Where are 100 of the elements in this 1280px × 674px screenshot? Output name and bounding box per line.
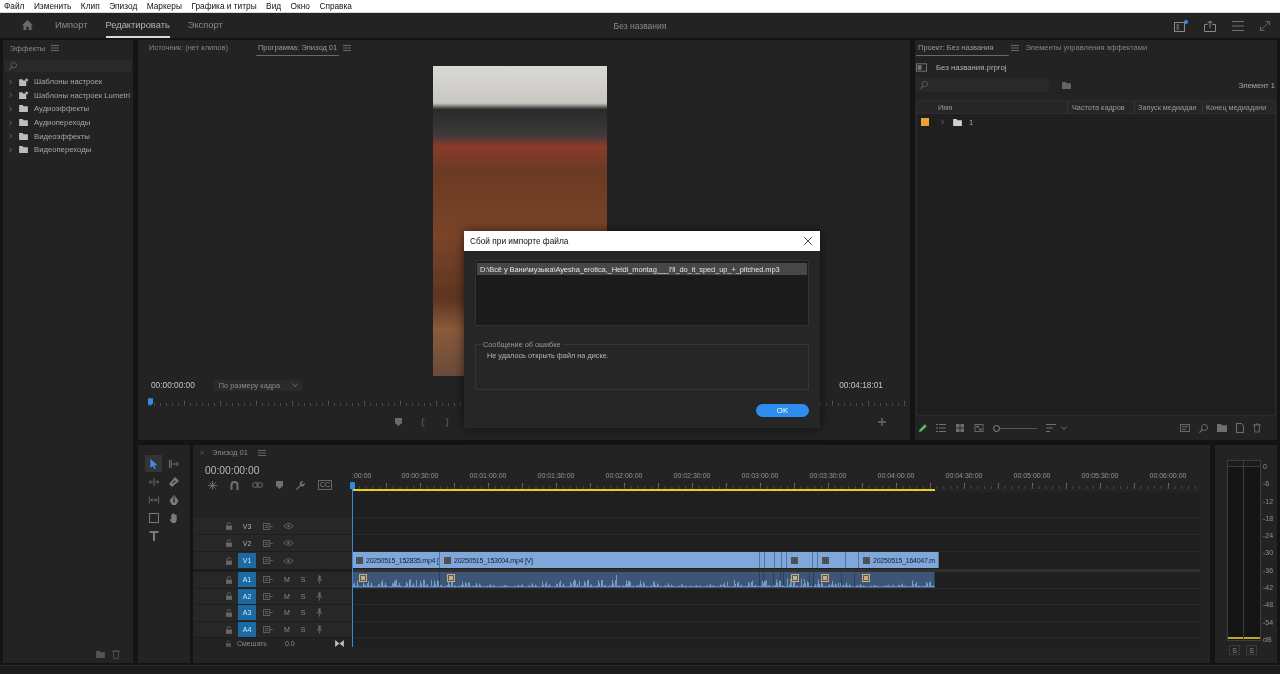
close-icon[interactable]	[804, 237, 812, 245]
workspace-tab[interactable]: Редактировать	[105, 13, 170, 38]
folder-icon	[953, 118, 962, 126]
sort-icon[interactable]	[1046, 424, 1056, 432]
audio-clip[interactable]	[781, 572, 784, 588]
lock-icon[interactable]	[226, 625, 232, 634]
chevron-icon[interactable]	[9, 106, 12, 112]
list-view-icon[interactable]	[936, 424, 946, 432]
lock-icon[interactable]	[226, 539, 232, 547]
workspace-tab[interactable]: Экспорт	[187, 13, 223, 38]
playhead[interactable]	[350, 482, 355, 647]
audio-clip[interactable]	[810, 572, 814, 588]
lock-icon[interactable]	[226, 592, 232, 601]
sync-lock-icon[interactable]	[263, 557, 273, 564]
trash-icon[interactable]	[1253, 423, 1261, 433]
timecode[interactable]: 00:00:00:00	[151, 380, 195, 390]
folder-icon[interactable]	[1217, 424, 1227, 432]
right-bracket-icon[interactable]	[445, 417, 448, 427]
project-file-icon	[916, 62, 927, 72]
folder-icon[interactable]	[1062, 81, 1071, 89]
rectangle-icon	[148, 512, 159, 523]
menu-item[interactable]: Изменить	[33, 1, 72, 11]
asterisk-icon[interactable]	[208, 480, 217, 490]
menu-item[interactable]: Графика и титры	[191, 1, 257, 11]
color-label-icon[interactable]	[921, 118, 929, 126]
menu-item[interactable]: Вид	[266, 1, 282, 11]
audio-clip[interactable]	[764, 572, 774, 588]
sync-lock-icon[interactable]	[263, 522, 273, 530]
video-clip[interactable]	[782, 552, 787, 568]
microphone-icon[interactable]	[316, 625, 322, 635]
lock-icon[interactable]	[226, 575, 232, 584]
duration-timecode: 00:04:18:01	[839, 380, 883, 390]
caret-icon[interactable]	[1061, 426, 1067, 430]
video-clip[interactable]	[765, 552, 775, 568]
search-field[interactable]	[916, 78, 1049, 92]
sync-lock-icon[interactable]	[263, 626, 273, 634]
plus-icon[interactable]	[878, 418, 886, 426]
video-clip[interactable]	[818, 552, 846, 568]
microphone-icon[interactable]	[316, 591, 322, 601]
slip-icon	[148, 494, 159, 505]
home-icon[interactable]	[22, 20, 33, 30]
eye-icon[interactable]	[283, 557, 294, 564]
panel-menu-icon[interactable]	[51, 45, 60, 51]
panel-menu-icon[interactable]	[1011, 45, 1020, 51]
effect-badge-icon	[862, 574, 870, 582]
sync-lock-icon[interactable]	[263, 592, 273, 600]
pencil-icon[interactable]	[919, 424, 927, 432]
share-icon[interactable]	[1204, 19, 1216, 32]
project-title: Без названия	[613, 20, 667, 31]
search-field[interactable]	[5, 60, 131, 72]
sync-lock-icon[interactable]	[263, 539, 273, 547]
search-icon[interactable]	[1199, 423, 1208, 433]
lock-icon[interactable]	[226, 609, 232, 617]
menu-item[interactable]: Окно	[290, 1, 310, 11]
panel-notification-icon[interactable]	[1174, 19, 1188, 32]
video-clip[interactable]	[760, 552, 765, 568]
menu-icon[interactable]	[1232, 20, 1244, 31]
grid-view-icon[interactable]	[955, 424, 965, 432]
magnet-icon[interactable]	[230, 480, 239, 490]
effect-badge-icon	[791, 556, 798, 564]
left-bracket-icon[interactable]	[422, 417, 425, 427]
page-icon[interactable]	[1236, 423, 1244, 433]
wrench-icon[interactable]	[296, 480, 305, 490]
chevron-icon[interactable]	[941, 119, 944, 125]
video-clip[interactable]	[846, 552, 859, 568]
panel-menu-icon[interactable]	[257, 449, 266, 456]
timecode[interactable]: 00:00:00:00	[205, 464, 260, 476]
video-clip[interactable]	[775, 552, 782, 568]
trash-icon[interactable]	[112, 649, 120, 659]
freeform-view-icon[interactable]	[974, 424, 984, 432]
menu-item[interactable]: Файл	[4, 1, 25, 11]
panel-menu-icon[interactable]	[343, 45, 352, 51]
type-tool-icon	[148, 530, 159, 541]
microphone-icon[interactable]	[316, 575, 322, 585]
menu-item[interactable]: Клип	[80, 1, 100, 11]
video-clip[interactable]	[813, 552, 818, 568]
playhead-icon[interactable]	[148, 398, 153, 406]
video-clip[interactable]	[787, 552, 813, 568]
sync-lock-icon[interactable]	[263, 609, 273, 617]
workspace-tab[interactable]: Импорт	[55, 13, 88, 38]
tool-button[interactable]	[145, 455, 162, 472]
eye-icon[interactable]	[283, 540, 294, 546]
slider-thumb[interactable]	[993, 424, 1000, 432]
microphone-icon[interactable]	[316, 608, 322, 618]
menu-item[interactable]: Маркеры	[146, 1, 182, 11]
eye-icon[interactable]	[283, 523, 294, 529]
effect-badge-icon	[444, 556, 451, 564]
sync-lock-icon[interactable]	[263, 576, 273, 584]
lock-icon[interactable]	[226, 556, 232, 565]
marker-icon[interactable]	[276, 481, 283, 489]
lock-icon[interactable]	[226, 639, 231, 647]
folder-icon[interactable]	[96, 650, 105, 658]
link-icon[interactable]	[252, 482, 263, 488]
full-screen-icon[interactable]	[1260, 20, 1270, 31]
menu-item[interactable]: Эпизод	[109, 1, 138, 11]
menu-item[interactable]: Справка	[319, 1, 352, 11]
ripple-edit-icon	[148, 476, 159, 487]
lock-icon[interactable]	[226, 522, 232, 530]
sequence-icon[interactable]	[1180, 424, 1190, 432]
marker-icon[interactable]	[395, 418, 402, 426]
